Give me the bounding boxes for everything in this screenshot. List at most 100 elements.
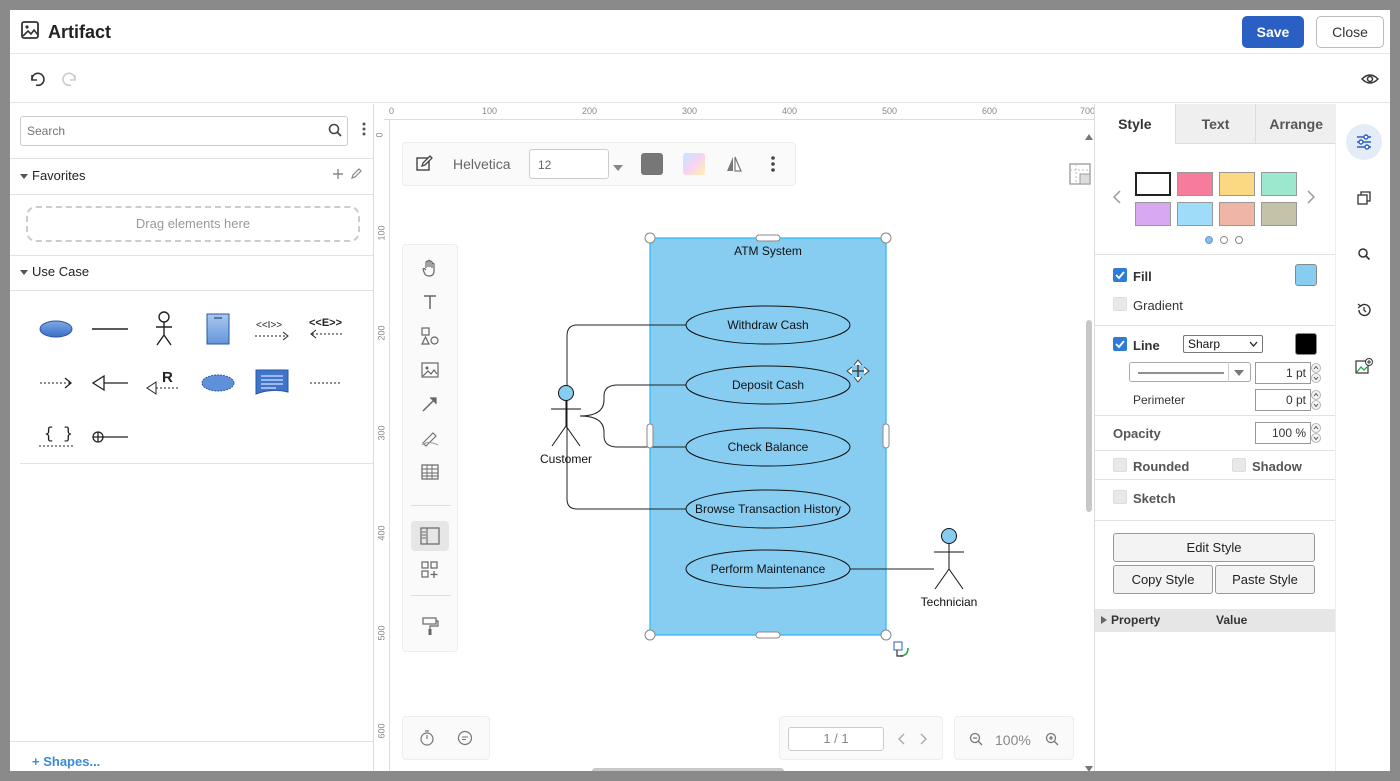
- redo-icon[interactable]: [60, 69, 80, 89]
- realization-relation-shape[interactable]: R: [138, 358, 190, 408]
- line-color-swatch[interactable]: [1295, 333, 1317, 355]
- perimeter-input[interactable]: 0 pt: [1255, 389, 1311, 411]
- actor-shape[interactable]: [138, 304, 190, 354]
- include-relation-shape[interactable]: <<I>>: [246, 304, 298, 354]
- style-swatch[interactable]: [1177, 172, 1213, 196]
- swatch-page-dot[interactable]: [1220, 236, 1228, 244]
- use-case-dashed-ellipse-shape[interactable]: [192, 358, 244, 408]
- association-line-shape[interactable]: [84, 304, 136, 354]
- note-document-shape[interactable]: [246, 358, 298, 408]
- line-checkbox[interactable]: [1113, 337, 1127, 351]
- style-swatch[interactable]: [1135, 202, 1171, 226]
- close-button[interactable]: Close: [1316, 16, 1384, 48]
- edit-favorites-icon[interactable]: [350, 168, 362, 183]
- gradient-checkbox[interactable]: [1113, 297, 1127, 311]
- zoom-level[interactable]: 100%: [995, 732, 1031, 748]
- dotted-line-shape[interactable]: [300, 358, 352, 408]
- dependency-arrow-shape[interactable]: [30, 358, 82, 408]
- comment-icon[interactable]: [457, 730, 473, 749]
- collapse-triangle-icon: [20, 269, 28, 275]
- style-swatch[interactable]: [1177, 202, 1213, 226]
- chevron-down-icon: [1234, 370, 1244, 376]
- previous-page-icon[interactable]: [897, 733, 905, 748]
- preview-eye-icon[interactable]: [1360, 69, 1380, 89]
- search-icon[interactable]: [1346, 236, 1382, 272]
- tab-text[interactable]: Text: [1174, 104, 1256, 144]
- favorites-header[interactable]: Favorites: [20, 168, 85, 183]
- style-swatch[interactable]: [1261, 202, 1297, 226]
- undo-icon[interactable]: [27, 69, 47, 89]
- opacity-input[interactable]: 100 %: [1255, 422, 1311, 444]
- rounded-checkbox[interactable]: [1113, 458, 1127, 472]
- use-case-header[interactable]: Use Case: [20, 264, 89, 279]
- system-boundary-shape[interactable]: [192, 304, 244, 354]
- chevron-right-icon[interactable]: [1307, 190, 1316, 207]
- scroll-left-icon[interactable]: [396, 768, 402, 771]
- fill-checkbox[interactable]: [1113, 268, 1127, 282]
- technician-actor[interactable]: [934, 528, 964, 590]
- format-sliders-icon[interactable]: [1346, 124, 1382, 160]
- diagram-svg: [551, 232, 964, 657]
- panel-menu-icon[interactable]: [362, 122, 366, 139]
- style-swatch[interactable]: [1219, 202, 1255, 226]
- timer-icon[interactable]: [419, 730, 435, 749]
- pages-copy-icon[interactable]: [1346, 180, 1382, 216]
- extend-relation-shape[interactable]: <<E>>: [300, 304, 352, 354]
- line-style-value: Sharp: [1188, 337, 1221, 351]
- generalization-arrow-shape[interactable]: [84, 358, 136, 408]
- favorites-drop-zone[interactable]: Drag elements here: [26, 206, 360, 242]
- style-swatch[interactable]: [1135, 172, 1171, 196]
- paste-style-button[interactable]: Paste Style: [1215, 565, 1315, 594]
- line-style-select[interactable]: Sharp: [1183, 335, 1263, 353]
- customer-actor[interactable]: [551, 385, 581, 447]
- stepper-icon[interactable]: [1311, 390, 1321, 413]
- search-icon[interactable]: [328, 123, 342, 140]
- scroll-up-icon[interactable]: [1085, 128, 1093, 143]
- vertical-scrollbar[interactable]: [1086, 320, 1092, 512]
- style-swatch[interactable]: [1219, 172, 1255, 196]
- resize-rotate-icon[interactable]: [893, 641, 909, 657]
- containment-line-shape[interactable]: [84, 412, 136, 462]
- fill-color-swatch[interactable]: [1295, 264, 1317, 286]
- swatch-page-dot[interactable]: [1205, 236, 1213, 244]
- copy-style-button[interactable]: Copy Style: [1113, 565, 1213, 594]
- tab-arrange[interactable]: Arrange: [1255, 104, 1337, 144]
- zoom-out-icon[interactable]: [969, 732, 983, 749]
- more-shapes-link[interactable]: + Shapes...: [32, 754, 100, 769]
- divider: [10, 290, 374, 291]
- shadow-label: Shadow: [1252, 459, 1302, 474]
- chevron-down-icon: [1249, 341, 1258, 347]
- svg-text:R: R: [162, 369, 173, 386]
- divider: [10, 158, 374, 159]
- divider: [1095, 254, 1336, 255]
- expand-triangle-icon[interactable]: [1101, 616, 1107, 624]
- use-case-ellipse-shape[interactable]: [30, 304, 82, 354]
- page-indicator[interactable]: 1 / 1: [788, 727, 884, 751]
- scroll-right-icon[interactable]: [1082, 768, 1088, 771]
- image-edit-icon[interactable]: [1346, 348, 1382, 384]
- shape-search-input[interactable]: [20, 116, 348, 146]
- svg-text:<<I>>: <<I>>: [256, 320, 282, 331]
- edit-style-button[interactable]: Edit Style: [1113, 533, 1315, 562]
- next-page-icon[interactable]: [920, 733, 928, 748]
- line-width-input[interactable]: 1 pt: [1255, 362, 1311, 384]
- constraint-braces-shape[interactable]: { }: [30, 412, 82, 462]
- sketch-checkbox[interactable]: [1113, 490, 1127, 504]
- add-favorite-icon[interactable]: [332, 168, 344, 183]
- fill-label: Fill: [1133, 269, 1152, 284]
- swatch-page-dot[interactable]: [1235, 236, 1243, 244]
- line-pattern-select[interactable]: [1129, 362, 1251, 382]
- shadow-checkbox[interactable]: [1232, 458, 1246, 472]
- stepper-icon[interactable]: [1311, 363, 1321, 386]
- history-icon[interactable]: [1346, 292, 1382, 328]
- style-swatch[interactable]: [1261, 172, 1297, 196]
- zoom-in-icon[interactable]: [1045, 732, 1059, 749]
- tab-style[interactable]: Style: [1095, 104, 1175, 144]
- diagram-canvas[interactable]: 0 100 200 300 400 500 600 700 0 100 200 …: [374, 104, 1094, 771]
- stepper-icon[interactable]: [1311, 423, 1321, 446]
- chevron-left-icon[interactable]: [1112, 190, 1121, 207]
- horizontal-scrollbar[interactable]: [592, 768, 784, 771]
- actor-label: Customer: [539, 452, 592, 466]
- save-button[interactable]: Save: [1242, 16, 1304, 48]
- use-case-label: Deposit Cash: [731, 378, 805, 392]
